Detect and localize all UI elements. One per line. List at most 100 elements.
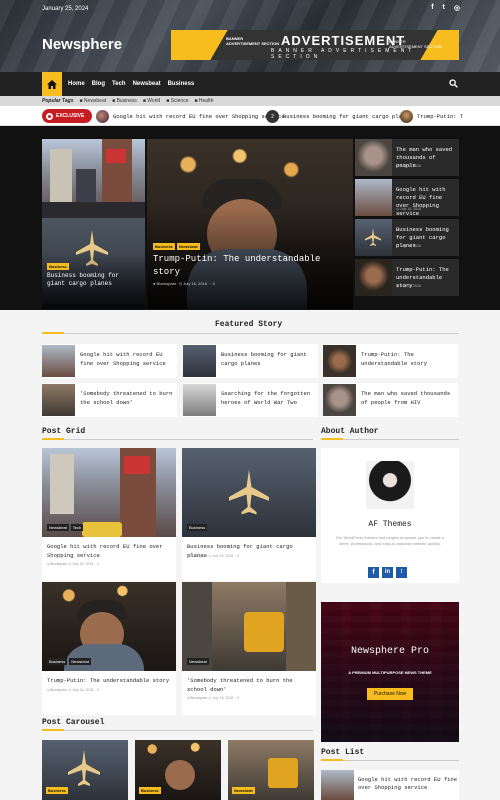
hero-section: Business Business booming for giant carg… <box>0 126 500 310</box>
ticker-item[interactable]: Trump-Putin: T <box>400 110 463 123</box>
exclusive-badge: EXCLUSIVE <box>42 109 92 123</box>
author-avatar <box>366 461 414 509</box>
advertisement-banner[interactable]: BANNER ADVERTISEMENT SECTION ADVERTISEMEN… <box>171 30 459 60</box>
post-carousel-heading: Post Carousel <box>42 718 105 727</box>
hero-side-item[interactable]: Google hit with record EU fine over Shop… <box>355 179 459 217</box>
post-title: 'Somebody threatened to burn the school … <box>187 677 293 693</box>
section-divider <box>321 759 459 761</box>
featured-item[interactable]: Trump-Putin: The understandable story <box>323 344 458 378</box>
site-title[interactable]: Newsphere <box>42 36 122 53</box>
side-thumbnail <box>355 139 392 176</box>
tag-science[interactable]: ■ Science <box>166 98 188 104</box>
hero-card-city[interactable] <box>42 139 145 218</box>
tag-health[interactable]: ■ Health <box>194 98 213 104</box>
ticker-item[interactable]: Google hit with record EU fine over Shop… <box>96 110 285 123</box>
tag-world[interactable]: ■ World <box>143 98 160 104</box>
current-date: January 25, 2024 <box>42 6 89 12</box>
pro-title: Newsphere Pro <box>350 646 429 657</box>
post-grid-card[interactable]: Newsbeat Tech Google hit with record EU f… <box>42 448 176 581</box>
side-thumbnail <box>355 179 392 216</box>
category-badge[interactable]: Newsbeat <box>47 524 69 531</box>
carousel-card[interactable]: Newsbeat <box>228 740 314 800</box>
category-badge[interactable]: Business <box>187 524 208 531</box>
nav-item-business[interactable]: Business <box>168 81 195 87</box>
post-title: Google hit with record EU fine over Shop… <box>47 543 163 559</box>
facebook-icon[interactable]: f <box>368 567 379 578</box>
category-badge[interactable]: Tech <box>70 524 84 531</box>
hero-side-item[interactable]: The man who saved thousands of people ◷ … <box>355 139 459 176</box>
tag-business[interactable]: ■ Business <box>112 98 137 104</box>
post-title: Trump-Putin: The understandable story <box>47 677 170 684</box>
ad-headline: ADVERTISEMENT <box>281 33 406 48</box>
category-badge[interactable]: Newsbeat <box>177 243 200 250</box>
nav-item-tech[interactable]: Tech <box>112 81 126 87</box>
hero-card-plane[interactable]: Business Business booming for giant carg… <box>42 218 145 309</box>
purchase-now-button[interactable]: Purchase Now <box>367 688 413 700</box>
side-thumbnail <box>355 219 392 256</box>
site-header: January 25, 2024 f t ◎ Newsphere BANNER A… <box>0 0 500 72</box>
featured-story-heading: Featured Story <box>215 320 283 329</box>
carousel-card[interactable]: Business <box>135 740 221 800</box>
ad-subline: BANNER ADVERTISEMENT SECTION <box>271 48 416 60</box>
section-divider <box>321 438 459 440</box>
exclusive-ticker: EXCLUSIVE Google hit with record EU fine… <box>0 106 500 126</box>
linkedin-icon[interactable]: in <box>382 567 393 578</box>
featured-item[interactable]: Searching for the forgotten heroes of Wo… <box>183 383 318 417</box>
post-grid-card[interactable]: Business Newsbeat Trump-Putin: The unders… <box>42 582 176 715</box>
author-icon: ● <box>153 281 156 286</box>
post-list-heading: Post List <box>321 748 365 757</box>
top-social-links: f t ◎ <box>431 4 460 12</box>
category-badge[interactable]: Business <box>153 243 175 250</box>
home-icon[interactable] <box>42 72 62 96</box>
twitter-icon[interactable]: t <box>443 4 445 12</box>
hero-left-title[interactable]: Business booming for giant cargo planes <box>47 272 139 288</box>
pro-tagline: A PREMIUM MULTIPURPOSE NEWS THEME <box>348 670 432 675</box>
tag-newsbeat[interactable]: ■ Newsbeat <box>80 98 107 104</box>
clock-icon: ◷ <box>178 281 183 286</box>
category-badge[interactable]: Newsbeat <box>69 658 92 665</box>
category-badge[interactable]: Business <box>139 787 161 794</box>
hero-card-featured[interactable]: Business Newsbeat Trump-Putin: The under… <box>147 139 353 309</box>
about-author-widget: AF Themes Our WordPress themes and plugi… <box>321 448 459 583</box>
post-grid-card[interactable]: Newsbeat 'Somebody threatened to burn th… <box>182 582 316 715</box>
nav-item-blog[interactable]: Blog <box>92 81 105 87</box>
popular-tags-bar: Popular Tags ■ Newsbeat ■ Business ■ Wor… <box>0 96 500 106</box>
about-author-heading: About Author <box>321 427 379 436</box>
category-badge[interactable]: Business <box>47 658 68 665</box>
hero-side-item[interactable]: Business booming for giant cargo planes … <box>355 219 459 256</box>
search-icon[interactable] <box>449 79 458 90</box>
post-list-thumbnail <box>321 770 354 800</box>
featured-item[interactable]: 'Somebody threatened to burn the school … <box>42 383 177 417</box>
section-divider <box>42 332 459 334</box>
side-thumbnail <box>355 259 392 296</box>
twitter-icon[interactable]: t <box>396 567 407 578</box>
comment-icon: ◌ <box>209 281 212 286</box>
post-grid-heading: Post Grid <box>42 427 86 436</box>
live-dot-icon <box>46 112 53 120</box>
ticker-item[interactable]: 2 Business booming for giant cargo plane… <box>266 110 412 123</box>
facebook-icon[interactable]: f <box>431 4 433 12</box>
featured-item[interactable]: The man who saved thousands of people fr… <box>323 383 458 417</box>
popular-tags-label: Popular Tags <box>42 98 74 104</box>
featured-item[interactable]: Google hit with record EU fine over Shop… <box>42 344 177 378</box>
author-name: AF Themes <box>368 520 412 529</box>
newsphere-pro-ad[interactable]: Newsphere Pro A PREMIUM MULTIPURPOSE NEW… <box>321 602 459 742</box>
section-divider <box>42 438 313 440</box>
nav-item-newsbeat[interactable]: Newsbeat <box>133 81 161 87</box>
category-badge[interactable]: Newsbeat <box>187 658 209 665</box>
ticker-thumbnail <box>400 110 413 123</box>
instagram-icon[interactable]: ◎ <box>454 4 460 12</box>
nav-item-home[interactable]: Home <box>68 81 85 87</box>
featured-item[interactable]: Business booming for giant cargo planes <box>183 344 318 378</box>
category-badge[interactable]: Newsbeat <box>232 787 255 794</box>
ticker-thumbnail <box>96 110 109 123</box>
section-divider <box>42 729 313 731</box>
category-badge[interactable]: Business <box>46 787 68 794</box>
carousel-card[interactable]: Business <box>42 740 128 800</box>
hero-featured-title[interactable]: Trump-Putin: The understandable story <box>153 253 323 279</box>
post-grid-card[interactable]: Business Business booming for giant carg… <box>182 448 316 581</box>
main-nav: Home Blog Tech Newsbeat Business <box>0 72 500 96</box>
hero-side-item[interactable]: Trump-Putin: The understandable story ◷ … <box>355 259 459 296</box>
post-list-item[interactable]: Google hit with record EU fine over Shop… <box>321 770 459 800</box>
category-badge[interactable]: Business <box>47 263 69 270</box>
